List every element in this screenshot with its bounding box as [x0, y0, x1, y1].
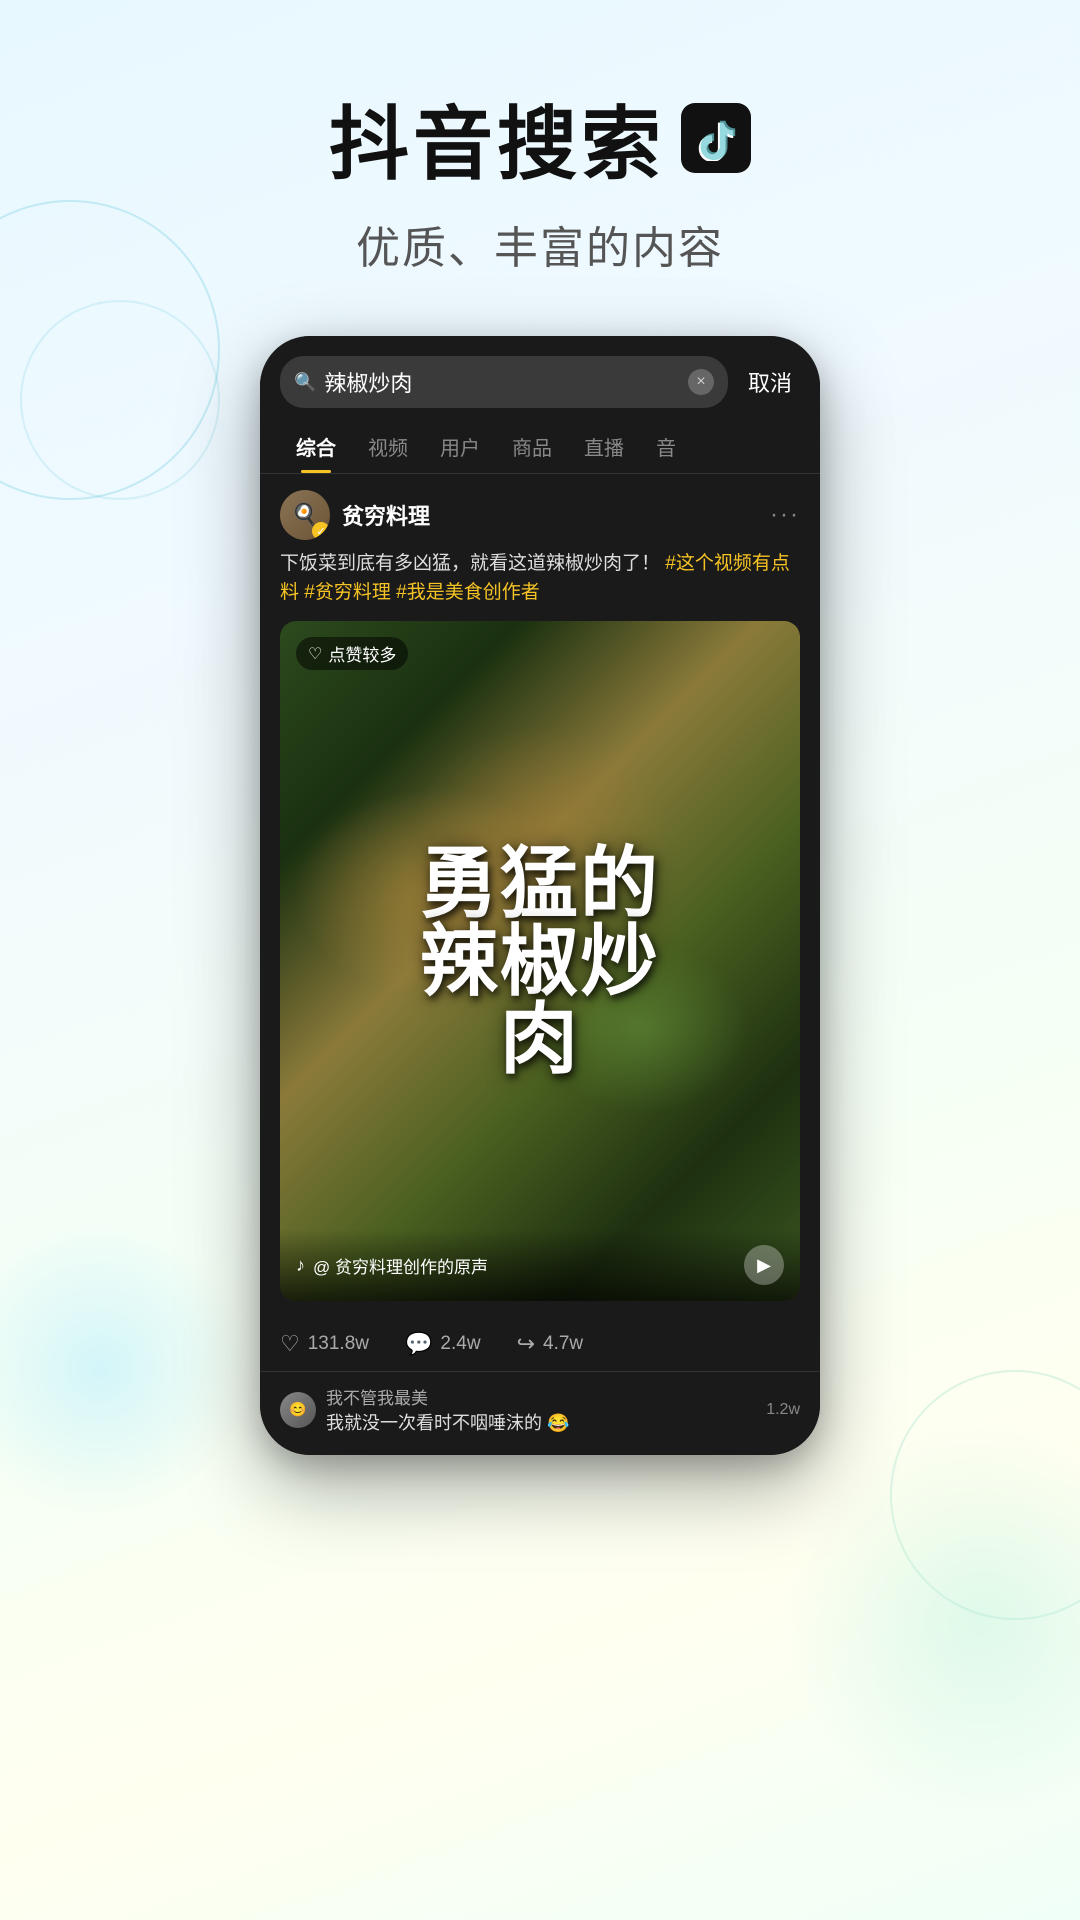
search-icon: 🔍: [294, 372, 316, 393]
comment-text: 我就没一次看时不咽唾沫的 😂: [326, 1409, 756, 1435]
main-title-container: 抖音搜索: [0, 80, 1080, 196]
phone-mockup: 🔍 辣椒炒肉 × 取消 综合 视频 用户 商品 直播: [260, 336, 820, 1455]
like-count: 131.8w: [308, 1333, 369, 1355]
comment-avatar: 😊: [280, 1392, 316, 1428]
video-title-overlay: 勇猛的辣椒炒肉: [280, 621, 800, 1301]
user-avatar[interactable]: 🍳 ✓: [280, 490, 330, 540]
comment-area: 😊 我不管我最美 我就没一次看时不咽唾沫的 😂 1.2w: [260, 1371, 820, 1455]
tiktok-logo-icon: [681, 103, 751, 173]
comment-count: 2.4w: [440, 1333, 480, 1355]
tabs-row: 综合 视频 用户 商品 直播 音: [260, 420, 820, 474]
video-title-text: 勇猛的辣椒炒肉: [400, 844, 680, 1078]
tab-音乐[interactable]: 音: [640, 420, 692, 473]
video-bottom-bar: ♪ @ 贫穷料理创作的原声 ▶: [280, 1229, 800, 1301]
tab-视频[interactable]: 视频: [352, 420, 424, 473]
content-area: 🍳 ✓ 贫穷料理 ··· 下饭菜到底有多凶猛，就看这道辣椒炒肉了！ #这个视频有…: [260, 474, 820, 1317]
search-clear-button[interactable]: ×: [688, 369, 714, 395]
tab-直播[interactable]: 直播: [568, 420, 640, 473]
comment-username[interactable]: 我不管我最美: [326, 1384, 756, 1409]
like-stat[interactable]: ♡ 131.8w: [280, 1331, 369, 1357]
bg-decoration-blob-right: [780, 1420, 1080, 1820]
comment-row: 😊 我不管我最美 我就没一次看时不咽唾沫的 😂 1.2w: [280, 1384, 800, 1435]
post-user-row: 🍳 ✓ 贫穷料理 ···: [280, 490, 800, 540]
comment-content: 我不管我最美 我就没一次看时不咽唾沫的 😂: [326, 1384, 756, 1435]
post-username[interactable]: 贫穷料理: [342, 499, 430, 531]
audio-info: ♪ @ 贫穷料理创作的原声: [296, 1253, 488, 1278]
post-text-content: 下饭菜到底有多凶猛，就看这道辣椒炒肉了！ #这个视频有点料 #贫穷料理 #我是美…: [280, 550, 800, 607]
verified-badge: ✓: [312, 522, 330, 540]
app-name-text: 抖音搜索: [329, 80, 665, 196]
more-options-button[interactable]: ···: [770, 501, 800, 529]
search-query-text: 辣椒炒肉: [324, 366, 680, 398]
app-subtitle: 优质、丰富的内容: [0, 212, 1080, 276]
share-stat[interactable]: ↪ 4.7w: [517, 1331, 584, 1357]
comment-stat[interactable]: 💬 2.4w: [405, 1331, 481, 1357]
header-section: 抖音搜索 优质、丰富的内容: [0, 0, 1080, 316]
tab-综合[interactable]: 综合: [280, 420, 352, 473]
clear-icon: ×: [696, 373, 705, 391]
tiktok-audio-icon: ♪: [296, 1255, 305, 1276]
heart-icon: ♡: [280, 1331, 300, 1357]
search-bar-area: 🔍 辣椒炒肉 × 取消: [260, 336, 820, 420]
hashtag-2[interactable]: #贫穷料理: [304, 582, 391, 603]
hashtag-3[interactable]: #我是美食创作者: [396, 582, 540, 603]
play-button[interactable]: ▶: [744, 1245, 784, 1285]
comment-likes-count: 1.2w: [766, 1401, 800, 1419]
post-body-text: 下饭菜到底有多凶猛，就看这道辣椒炒肉了！: [280, 553, 660, 574]
audio-text: @ 贫穷料理创作的原声: [313, 1253, 488, 1278]
share-count: 4.7w: [543, 1333, 583, 1355]
share-icon: ↪: [517, 1331, 535, 1357]
search-input-wrap[interactable]: 🔍 辣椒炒肉 ×: [280, 356, 728, 408]
tab-用户[interactable]: 用户: [424, 420, 496, 473]
video-card[interactable]: ♡ 点赞较多 勇猛的辣椒炒肉 ♪ @ 贫穷料理创作的原声 ▶: [280, 621, 800, 1301]
stats-row: ♡ 131.8w 💬 2.4w ↪ 4.7w: [260, 1317, 820, 1371]
phone-container: 🔍 辣椒炒肉 × 取消 综合 视频 用户 商品 直播: [0, 336, 1080, 1455]
cancel-button[interactable]: 取消: [740, 362, 800, 402]
comment-icon: 💬: [405, 1331, 432, 1357]
tab-商品[interactable]: 商品: [496, 420, 568, 473]
